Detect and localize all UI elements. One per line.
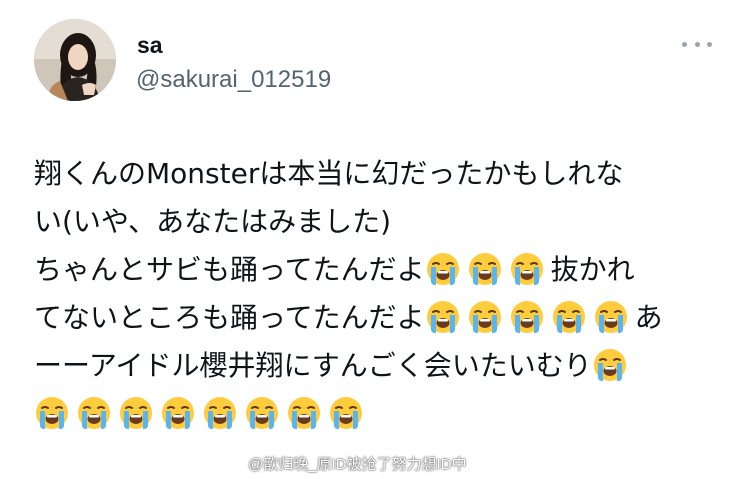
loudly-crying-face-icon: [510, 253, 543, 285]
more-options-button[interactable]: [680, 36, 714, 52]
more-horizontal-icon: [682, 41, 687, 47]
loudly-crying-face-icon: [593, 349, 626, 381]
tweet-text: 翔くんのMonsterは本当に幻だったかもしれな い(いや、あなたはみました) ちゃ…: [34, 150, 724, 438]
avatar[interactable]: [34, 19, 116, 101]
tweet-line-text: い(いや、あなたはみました): [34, 205, 392, 238]
loudly-crying-face-icon: [162, 397, 194, 429]
loudly-crying-face-icon: [426, 301, 459, 333]
loudly-crying-face-icon: [594, 301, 627, 333]
tweet-line-text: てないところも踊ってたんだよ: [34, 301, 425, 334]
loudly-crying-face-icon: [288, 397, 320, 429]
profile-photo: [34, 19, 116, 101]
loudly-crying-face-icon: [204, 397, 236, 429]
tweet-line: 翔くんのMonsterは本当に幻だったかもしれな: [34, 150, 724, 198]
loudly-crying-face-icon: [78, 397, 110, 429]
tweet-line: てないところも踊ってたんだよ あ: [34, 294, 724, 342]
loudly-crying-face-icon: [468, 301, 501, 333]
weibo-icon: [222, 455, 243, 473]
display-name[interactable]: sa: [137, 32, 163, 59]
tweet-line-suffix: あ: [634, 301, 663, 334]
user-handle[interactable]: @sakurai_012519: [136, 66, 331, 94]
tweet-line-text: 翔くんのMonsterは本当に幻だったかもしれな: [34, 157, 624, 190]
tweet-line-text: ーーアイドル櫻井翔にすんごく会いたいむり: [34, 349, 592, 382]
watermark-text: @歆归晚_原ID被抢了努力想ID中: [248, 456, 467, 473]
more-horizontal-icon: [694, 41, 700, 47]
loudly-crying-face-icon: [120, 397, 152, 429]
more-horizontal-icon: [707, 41, 712, 47]
tweet-line: い(いや、あなたはみました): [34, 198, 724, 246]
loudly-crying-face-icon: [468, 253, 501, 285]
loudly-crying-face-icon: [426, 253, 459, 285]
loudly-crying-face-icon: [552, 301, 585, 333]
tweet-line: ちゃんとサビも踊ってたんだよ 抜かれ: [34, 246, 724, 294]
loudly-crying-face-icon: [330, 397, 362, 429]
loudly-crying-face-icon: [36, 397, 68, 429]
tweet-line-suffix: 抜かれ: [550, 253, 635, 286]
loudly-crying-face-icon: [246, 397, 278, 429]
tweet-line-text: ちゃんとサビも踊ってたんだよ: [34, 253, 425, 286]
loudly-crying-face-icon: [510, 301, 543, 333]
tweet-line: [34, 390, 724, 438]
weibo-watermark: @歆归晚_原ID被抢了努力想ID中: [222, 453, 467, 474]
tweet-line: ーーアイドル櫻井翔にすんごく会いたいむり: [34, 342, 724, 390]
